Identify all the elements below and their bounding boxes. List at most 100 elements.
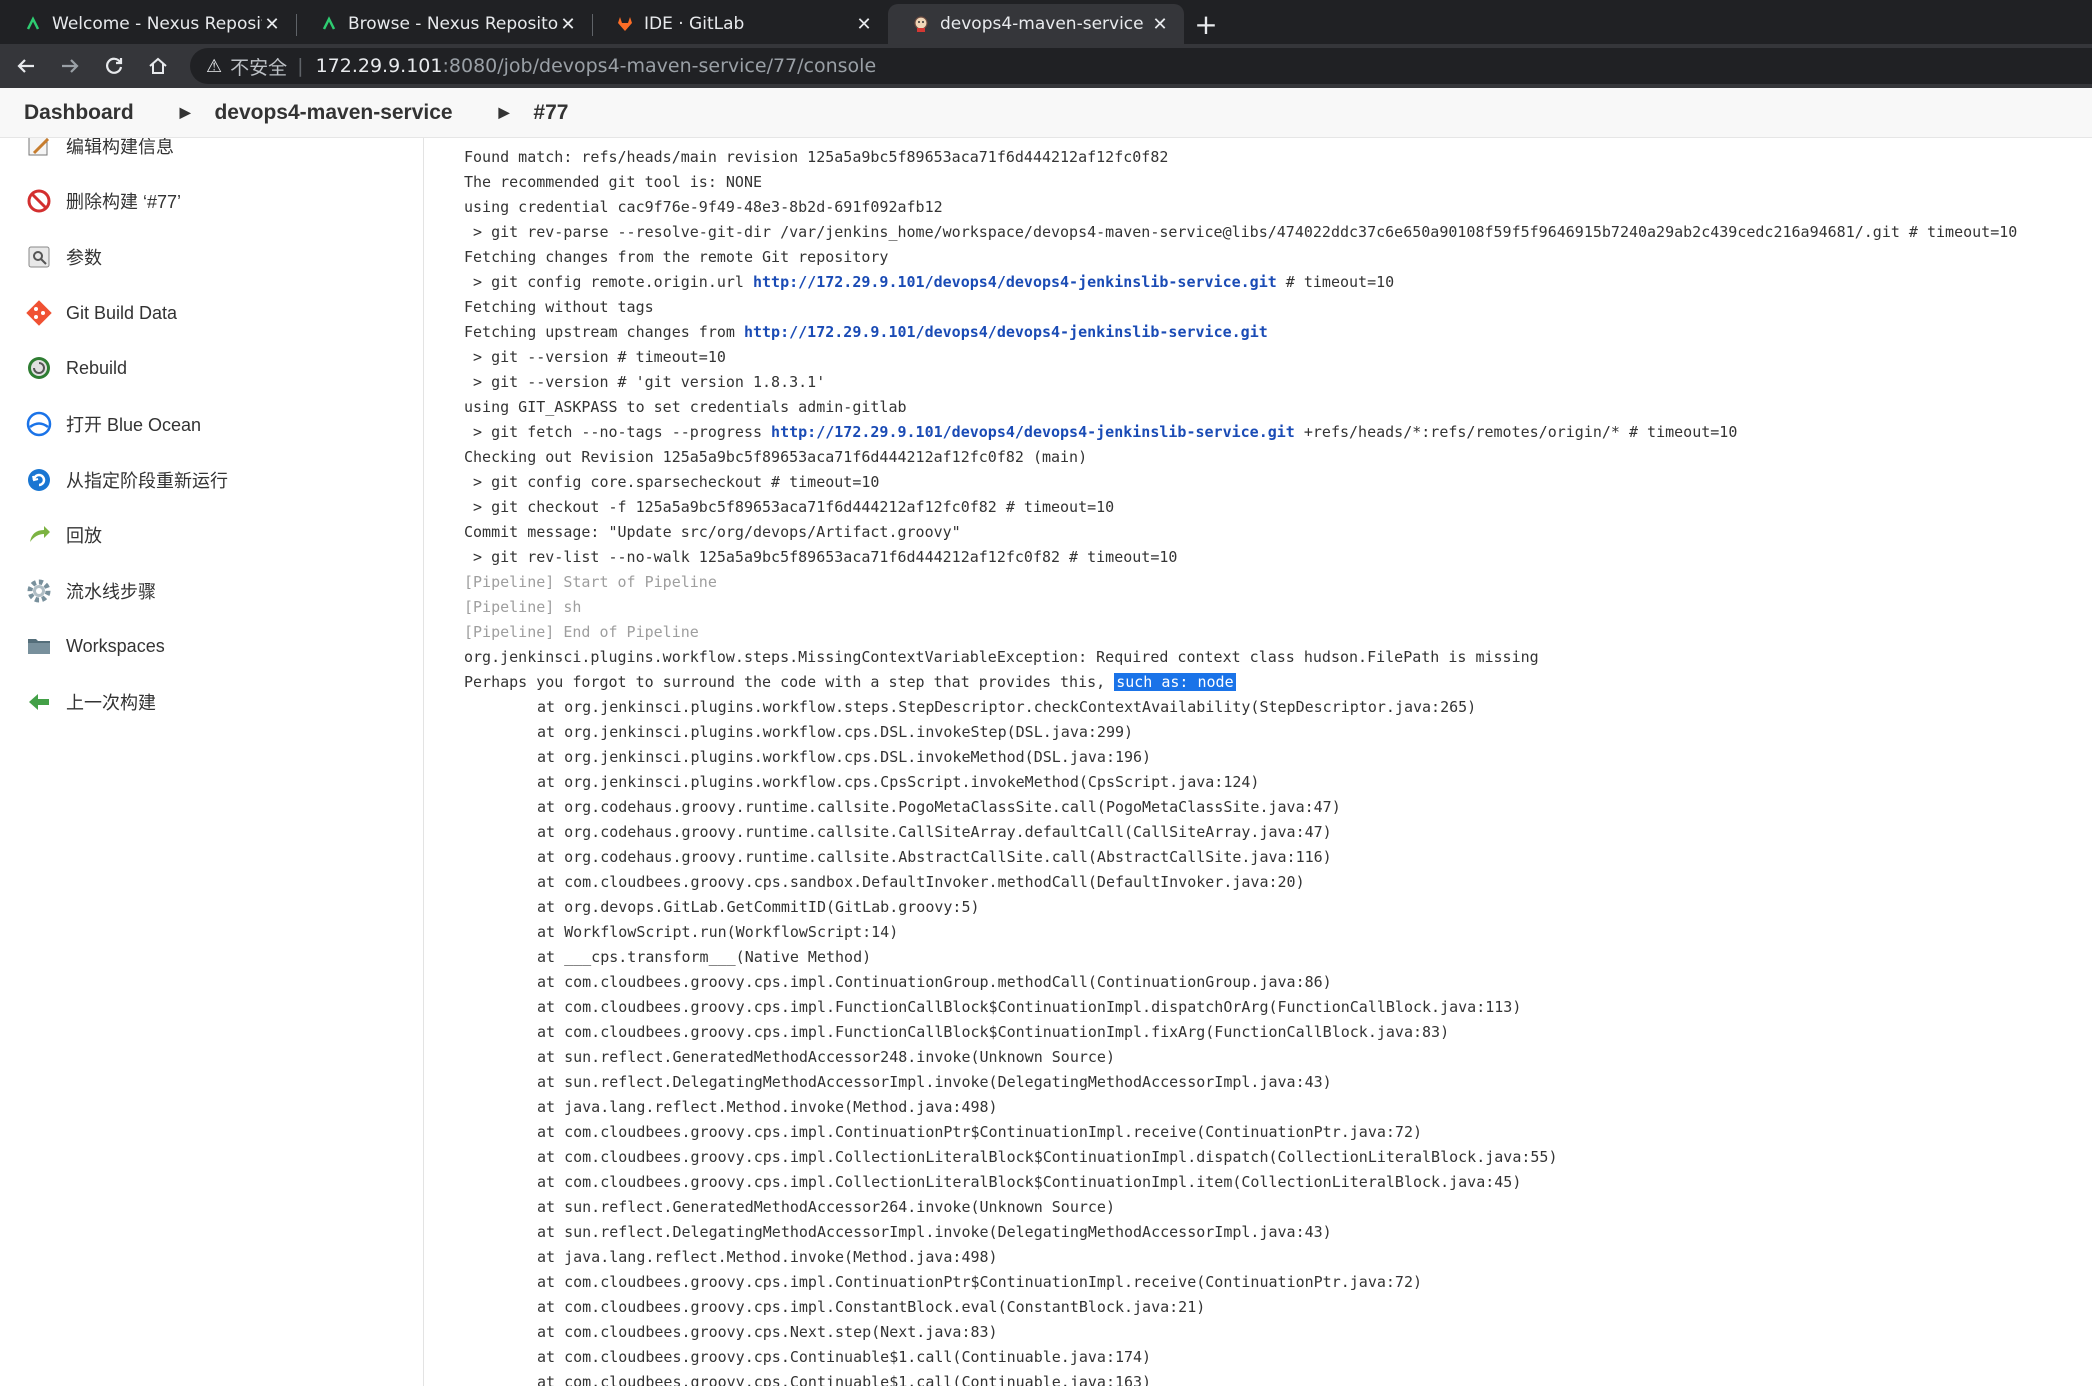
console-text: > git config remote.origin.url	[464, 273, 753, 291]
console-text: at com.cloudbees.groovy.cps.impl.Constan…	[537, 1298, 1206, 1316]
console-line: Fetching without tags	[464, 296, 654, 318]
console-line: > git config core.sparsecheckout # timeo…	[464, 471, 879, 493]
console-line: org.jenkinsci.plugins.workflow.steps.Mis…	[464, 646, 1539, 668]
browser-tab-nexus-welcome[interactable]: Welcome - Nexus Repository Manager ✕	[0, 4, 296, 44]
console-text: [Pipeline] Start of Pipeline	[464, 573, 717, 591]
browser-tab-gitlab[interactable]: IDE · GitLab ✕	[592, 4, 888, 44]
console-text: Commit message: "Update src/org/devops/A…	[464, 523, 961, 541]
close-icon[interactable]: ✕	[262, 14, 282, 35]
blue-ocean-icon	[24, 409, 54, 439]
url-host[interactable]: 172.29.9.101	[316, 55, 443, 77]
pipeline-log-line: [Pipeline] Start of Pipeline	[464, 571, 717, 593]
nexus-icon	[24, 15, 42, 33]
stack-trace-line: at sun.reflect.DelegatingMethodAccessorI…	[537, 1221, 1332, 1243]
sidebar-item-git-build-data[interactable]: Git Build Data	[24, 293, 177, 333]
console-text: at sun.reflect.DelegatingMethodAccessorI…	[537, 1223, 1332, 1241]
stack-trace-line: at com.cloudbees.groovy.cps.impl.Functio…	[537, 1021, 1449, 1043]
breadcrumb-build[interactable]: #77	[533, 101, 568, 125]
home-icon[interactable]	[140, 48, 176, 84]
sidebar-item-replay[interactable]: 回放	[24, 515, 102, 555]
console-text: at java.lang.reflect.Method.invoke(Metho…	[537, 1248, 998, 1266]
console-text: > git rev-list --no-walk 125a5a9bc5f8965…	[464, 548, 1178, 566]
browser-tab-nexus-browse[interactable]: Browse - Nexus Repository Manager ✕	[296, 4, 592, 44]
console-text: at WorkflowScript.run(WorkflowScript:14)	[537, 923, 899, 941]
sidebar-item-parameters[interactable]: 参数	[24, 237, 102, 277]
breadcrumb-job[interactable]: devops4-maven-service	[214, 101, 452, 125]
url-path[interactable]: :8080/job/devops4-maven-service/77/conso…	[442, 55, 876, 77]
breadcrumb-dashboard[interactable]: Dashboard	[24, 101, 134, 125]
rebuild-icon	[24, 353, 54, 383]
close-icon[interactable]: ✕	[558, 14, 578, 35]
tab-title: Welcome - Nexus Repository Manager	[52, 14, 262, 34]
console-text: at org.jenkinsci.plugins.workflow.steps.…	[537, 698, 1477, 716]
console-text: at org.jenkinsci.plugins.workflow.cps.DS…	[537, 723, 1134, 741]
close-icon[interactable]: ✕	[1150, 14, 1170, 35]
new-tab-button[interactable]: +	[1184, 4, 1228, 44]
warning-triangle-icon[interactable]: ⚠	[206, 56, 222, 77]
back-arrow-icon[interactable]	[8, 48, 44, 84]
chevron-right-icon[interactable]: ▶	[180, 104, 191, 121]
stack-trace-line: at com.cloudbees.groovy.cps.sandbox.Defa…	[537, 871, 1305, 893]
console-text: at com.cloudbees.groovy.cps.impl.Functio…	[537, 1023, 1450, 1041]
sidebar-item-restart-from-stage[interactable]: 从指定阶段重新运行	[24, 460, 228, 500]
console-text: at com.cloudbees.groovy.cps.Continuable$…	[537, 1373, 1152, 1386]
console-text: at sun.reflect.DelegatingMethodAccessorI…	[537, 1073, 1332, 1091]
console-line: Fetching changes from the remote Git rep…	[464, 246, 888, 268]
console-line: > git rev-parse --resolve-git-dir /var/j…	[464, 221, 2017, 243]
sidebar-item-workspaces[interactable]: Workspaces	[24, 626, 165, 666]
pipeline-log-line: [Pipeline] End of Pipeline	[464, 621, 699, 643]
tab-title: Browse - Nexus Repository Manager	[348, 14, 558, 34]
console-text: at ___cps.transform___(Native Method)	[537, 948, 872, 966]
reload-icon[interactable]	[96, 48, 132, 84]
sidebar-item-blue-ocean[interactable]: 打开 Blue Ocean	[24, 404, 201, 444]
close-icon[interactable]: ✕	[854, 14, 874, 35]
console-text: > git checkout -f 125a5a9bc5f89653aca71f…	[464, 498, 1115, 516]
console-text: at org.codehaus.groovy.runtime.callsite.…	[537, 823, 1332, 841]
stack-trace-line: at java.lang.reflect.Method.invoke(Metho…	[537, 1246, 998, 1268]
sidebar-item-label: 流水线步骤	[66, 582, 156, 602]
stack-trace-line: at com.cloudbees.groovy.cps.impl.Continu…	[537, 1271, 1422, 1293]
console-text: org.jenkinsci.plugins.workflow.steps.Mis…	[464, 648, 1539, 666]
sidebar-item-previous-build[interactable]: 上一次构建	[24, 682, 156, 722]
sidebar-item-label: Workspaces	[66, 635, 165, 656]
console-text: at com.cloudbees.groovy.cps.sandbox.Defa…	[537, 873, 1305, 891]
git-icon	[24, 298, 54, 328]
gear-icon	[24, 576, 54, 606]
sidebar-item-rebuild[interactable]: Rebuild	[24, 348, 127, 388]
browser-tab-jenkins-console[interactable]: devops4-maven-service #77 Console ✕	[888, 4, 1184, 44]
console-text: at java.lang.reflect.Method.invoke(Metho…	[537, 1098, 998, 1116]
console-text: at org.codehaus.groovy.runtime.callsite.…	[537, 848, 1332, 866]
stack-trace-line: at com.cloudbees.groovy.cps.impl.Collect…	[537, 1146, 1557, 1168]
console-text: Fetching without tags	[464, 298, 654, 316]
pipeline-log-line: [Pipeline] sh	[464, 596, 581, 618]
address-bar[interactable]: ⚠ 不安全 | 172.29.9.101:8080/job/devops4-ma…	[190, 48, 2092, 84]
repository-link[interactable]: http://172.29.9.101/devops4/devops4-jenk…	[744, 323, 1268, 341]
chevron-right-icon[interactable]: ▶	[499, 104, 510, 121]
sidebar-item-edit-build-info[interactable]: 编辑构建信息	[24, 138, 174, 166]
console-text: at com.cloudbees.groovy.cps.impl.Functio…	[537, 998, 1522, 1016]
console-line: Perhaps you forgot to surround the code …	[464, 671, 1236, 693]
previous-arrow-icon	[24, 687, 54, 717]
stack-trace-line: at WorkflowScript.run(WorkflowScript:14)	[537, 921, 898, 943]
repository-link[interactable]: http://172.29.9.101/devops4/devops4-jenk…	[753, 273, 1277, 291]
console-output[interactable]: Found match: refs/heads/main revision 12…	[464, 136, 2084, 1386]
selected-text: such as: node	[1114, 673, 1236, 691]
stack-trace-line: at org.jenkinsci.plugins.workflow.cps.DS…	[537, 721, 1133, 743]
stack-trace-line: at java.lang.reflect.Method.invoke(Metho…	[537, 1096, 998, 1118]
repository-link[interactable]: http://172.29.9.101/devops4/devops4-jenk…	[771, 423, 1295, 441]
console-text: # timeout=10	[1276, 273, 1395, 291]
insecure-label[interactable]: 不安全	[230, 53, 287, 80]
console-line: Fetching upstream changes from http://17…	[464, 321, 1268, 343]
console-text: at sun.reflect.GeneratedMethodAccessor26…	[537, 1198, 1115, 1216]
console-text: at com.cloudbees.groovy.cps.impl.Continu…	[537, 1273, 1423, 1291]
no-entry-icon	[24, 186, 54, 216]
console-line: > git checkout -f 125a5a9bc5f89653aca71f…	[464, 496, 1114, 518]
sidebar-item-delete-build[interactable]: 删除构建 ‘#77’	[24, 181, 181, 221]
breadcrumb: Dashboard ▶ devops4-maven-service ▶ #77	[0, 88, 2092, 138]
forward-arrow-icon[interactable]	[52, 48, 88, 84]
console-text: The recommended git tool is: NONE	[464, 173, 763, 191]
edit-notepad-icon	[24, 138, 54, 161]
sidebar-item-pipeline-steps[interactable]: 流水线步骤	[24, 571, 156, 611]
browser-toolbar: ⚠ 不安全 | 172.29.9.101:8080/job/devops4-ma…	[0, 44, 2092, 88]
console-text: > git config core.sparsecheckout # timeo…	[464, 473, 880, 491]
